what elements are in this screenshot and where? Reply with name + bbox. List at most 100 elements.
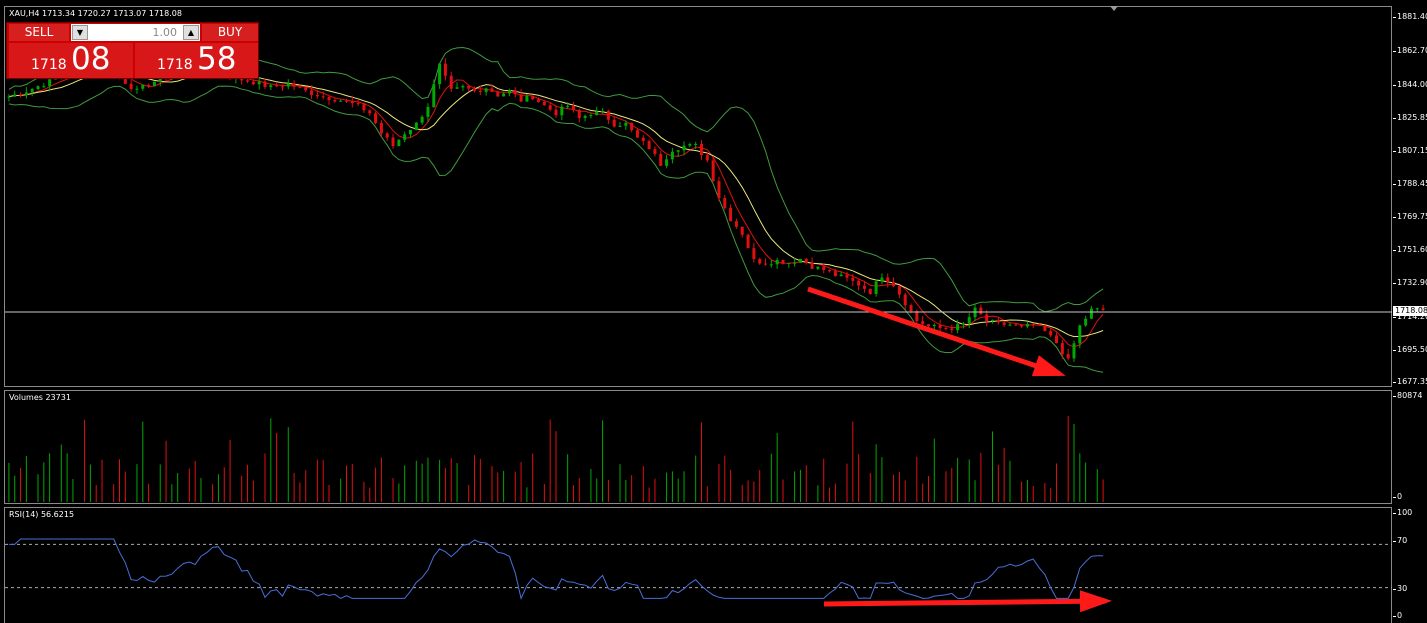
candle-body: [938, 324, 942, 328]
candle-body: [461, 86, 465, 88]
candle-body: [787, 263, 791, 265]
candle-body: [385, 133, 389, 138]
candle-body: [397, 139, 401, 147]
lot-size-input[interactable]: [91, 25, 179, 40]
candle-body: [531, 95, 535, 100]
candle-body: [19, 94, 23, 96]
candle-body: [810, 262, 814, 269]
candle-body: [926, 324, 930, 327]
candle-body: [822, 266, 826, 271]
candle-body: [48, 79, 52, 87]
candle-body: [1043, 325, 1047, 332]
candle-body: [729, 207, 733, 222]
candle-body: [816, 266, 820, 269]
lot-decrease-icon[interactable]: ▼: [72, 25, 88, 40]
candle-body: [601, 110, 605, 112]
candle-body: [7, 96, 11, 98]
candle-body: [577, 110, 581, 118]
candle-body: [647, 141, 651, 150]
candle-body: [758, 259, 762, 264]
candle-body: [257, 81, 261, 85]
candle-body: [263, 81, 267, 88]
rsi-line: [8, 538, 1104, 600]
buy-quote[interactable]: 1718 58: [135, 41, 258, 78]
candle-body: [909, 305, 913, 312]
candle-body: [1055, 335, 1059, 344]
candle-body: [635, 130, 639, 138]
candle-body: [979, 307, 983, 315]
candle-body: [141, 84, 145, 89]
candle-body: [828, 270, 832, 272]
candle-body: [775, 259, 779, 265]
candle-body: [705, 155, 709, 161]
rsi-uptrend-arrow: [823, 598, 1107, 607]
candle-body: [344, 100, 348, 102]
candle-body: [851, 277, 855, 281]
candle-body: [880, 277, 884, 282]
candle-body: [967, 317, 971, 324]
candle-body: [1014, 324, 1018, 326]
candle-body: [1089, 308, 1093, 319]
candle-body: [24, 92, 28, 96]
candle-body: [403, 134, 407, 140]
sell-button[interactable]: SELL: [9, 24, 69, 41]
buy-button[interactable]: BUY: [202, 24, 258, 41]
candle-body: [1084, 318, 1088, 326]
candle-body: [589, 115, 593, 117]
candle-body: [42, 86, 46, 88]
price-downtrend-arrow-head: [1031, 355, 1066, 377]
sell-price-pips: 08: [71, 41, 111, 77]
candle-body: [734, 221, 738, 227]
candle-body: [1072, 343, 1076, 359]
candle-body: [961, 323, 965, 325]
candle-body: [630, 122, 634, 131]
candle-body: [368, 110, 372, 114]
sell-price-prefix: 1718: [31, 57, 67, 73]
candle-body: [315, 94, 319, 97]
candle-body: [746, 234, 750, 249]
candle-body: [478, 90, 482, 92]
sell-quote[interactable]: 1718 08: [9, 41, 133, 78]
candle-body: [391, 137, 395, 147]
candle-body: [455, 87, 459, 89]
candle-body: [653, 149, 657, 155]
candle-body: [868, 288, 872, 294]
candle-body: [414, 122, 418, 130]
candle-body: [740, 226, 744, 235]
candle-body: [892, 282, 896, 287]
candle-body: [1095, 308, 1099, 310]
candle-body: [804, 258, 808, 263]
one-click-trade-panel: SELL ▼ ▲ BUY 1718 08 1718 58: [6, 22, 259, 79]
candle-body: [717, 181, 721, 199]
candle-body: [13, 94, 17, 97]
candle-body: [845, 274, 849, 278]
candle-body: [1020, 325, 1024, 327]
candle-body: [502, 93, 506, 97]
candle-body: [280, 86, 284, 88]
rsi-uptrend-arrow-head: [1079, 590, 1112, 613]
candle-body: [537, 99, 541, 102]
candle-body: [833, 271, 837, 277]
candle-body: [618, 125, 622, 127]
candle-body: [700, 143, 704, 156]
candle-body: [583, 115, 587, 118]
candle-body: [560, 106, 564, 116]
candle-body: [1008, 324, 1012, 326]
candle-body: [886, 277, 890, 283]
candle-body: [641, 137, 645, 142]
candle-body: [152, 81, 156, 86]
candle-body: [1078, 325, 1082, 344]
candle-body: [129, 83, 133, 90]
candle-body: [321, 96, 325, 98]
candle-body: [764, 263, 768, 265]
candle-body: [1049, 331, 1053, 336]
candle-body: [857, 280, 861, 286]
candle-body: [135, 88, 139, 90]
candle-body: [374, 113, 378, 124]
candle-body: [688, 144, 692, 146]
buy-price-pips: 58: [197, 41, 237, 77]
candle-body: [694, 143, 698, 145]
candle-body: [251, 81, 255, 85]
candle-body: [513, 90, 517, 95]
lot-increase-icon[interactable]: ▲: [183, 25, 199, 40]
